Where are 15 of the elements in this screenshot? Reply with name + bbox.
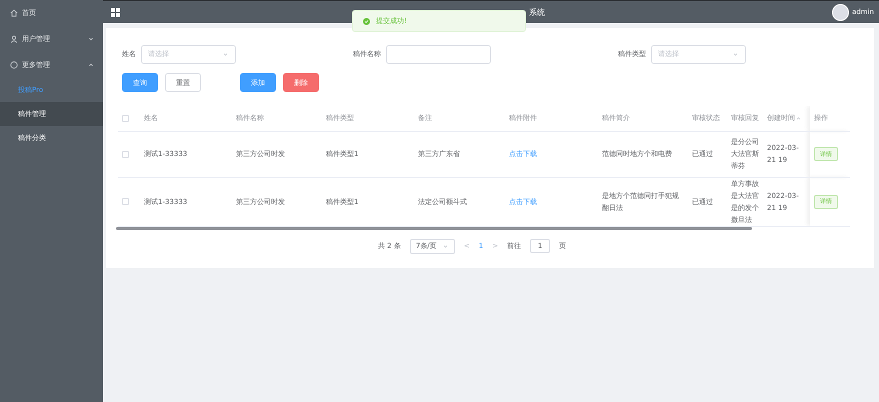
- chevron-icon: [732, 50, 739, 58]
- check-circle-icon: [363, 18, 370, 24]
- sort-icon: [795, 114, 802, 122]
- app-title: 系统: [529, 6, 545, 18]
- select-all-checkbox[interactable]: [122, 114, 129, 122]
- chevron-icon: [442, 242, 449, 250]
- input-field[interactable]: [386, 44, 491, 64]
- chevron-icon: [222, 50, 229, 58]
- user-icon: [10, 35, 18, 43]
- row-checkbox[interactable]: [122, 198, 129, 205]
- menu-icon[interactable]: [111, 8, 120, 16]
- row-checkbox[interactable]: [122, 150, 129, 158]
- horizontal-scrollbar[interactable]: [116, 226, 752, 230]
- home-icon: [10, 9, 18, 17]
- avatar[interactable]: [832, 4, 850, 20]
